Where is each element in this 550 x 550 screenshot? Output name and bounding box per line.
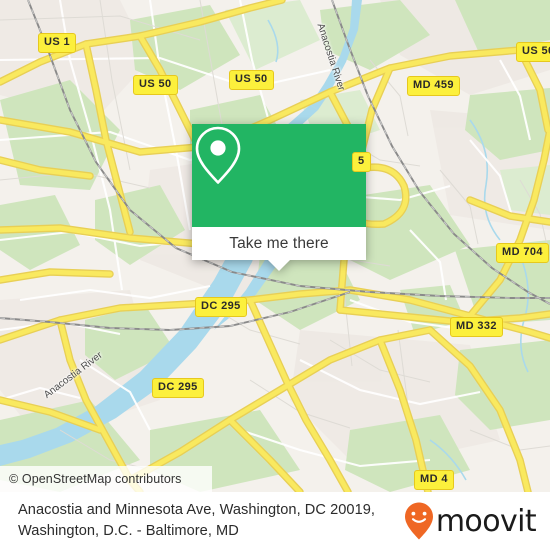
attribution-text: © OpenStreetMap contributors [9,472,182,486]
moovit-logo[interactable]: moovit [403,501,537,541]
popup-icon-area [192,124,366,227]
highway-shield-us-50[interactable]: US 50 [516,42,550,62]
moovit-wordmark: moovit [435,503,537,539]
location-title: Anacostia and Minnesota Ave, Washington,… [18,502,376,539]
highway-shield-md-332[interactable]: MD 332 [450,317,503,337]
popup-action-area[interactable]: Take me there [192,227,366,260]
highway-shield-us-1[interactable]: US 1 [38,33,77,53]
highway-shield-md-459[interactable]: MD 459 [407,76,460,96]
footer-bar: Anacostia and Minnesota Ave, Washington,… [0,492,550,550]
map-pin-icon [195,126,241,184]
moovit-pin-smiley-icon [404,502,433,540]
destination-popup-card[interactable]: Take me there [192,124,366,271]
highway-shield-us-50[interactable]: US 50 [229,70,274,90]
highway-shield-us-50[interactable]: US 50 [133,75,178,95]
map-screenshot: Anacostia River Anacostia River US 1 US … [0,0,550,550]
highway-shield-md-704[interactable]: MD 704 [496,243,549,263]
map-attribution[interactable]: © OpenStreetMap contributors [0,466,212,492]
highway-shield-dc-295[interactable]: DC 295 [152,378,204,398]
take-me-there-label: Take me there [229,234,329,252]
map-canvas[interactable]: Anacostia River Anacostia River US 1 US … [0,0,550,492]
highway-shield-dc-295[interactable]: DC 295 [195,297,247,317]
highway-shield-partial[interactable]: 5 [352,152,371,172]
highway-shield-md-4[interactable]: MD 4 [414,470,454,490]
popup-pointer-tail [268,260,290,271]
